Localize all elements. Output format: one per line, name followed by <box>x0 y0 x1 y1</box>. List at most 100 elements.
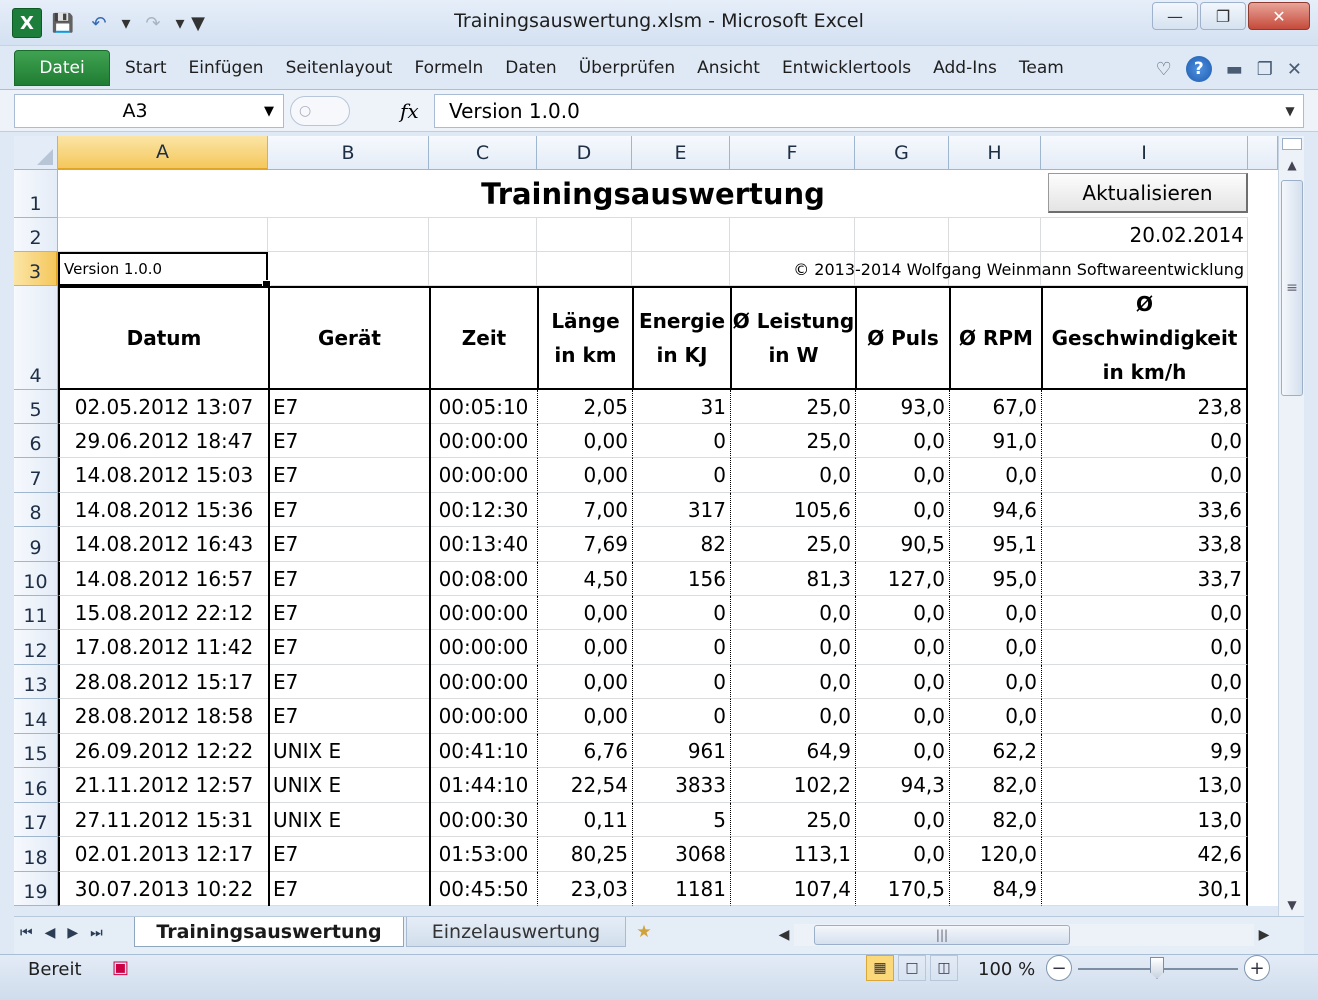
table-cell[interactable]: 84,9 <box>949 872 1041 906</box>
row-header-16[interactable]: 16 <box>14 768 58 803</box>
sheet-tab-einzelauswertung[interactable]: Einzelauswertung <box>406 917 626 947</box>
table-cell[interactable]: 0,0 <box>855 630 949 665</box>
zoom-in-icon[interactable]: + <box>1244 955 1270 981</box>
table-cell[interactable]: 33,8 <box>1041 527 1248 562</box>
select-all-corner[interactable] <box>14 136 58 170</box>
table-header-7[interactable]: Ø Puls <box>855 286 949 390</box>
row-header-18[interactable]: 18 <box>14 837 58 872</box>
table-cell[interactable]: 25,0 <box>730 424 855 458</box>
column-header-c[interactable]: C <box>429 136 537 170</box>
insert-function-icon[interactable]: fx <box>400 99 419 123</box>
table-cell[interactable]: 00:45:50 <box>429 872 537 906</box>
table-cell[interactable]: E7 <box>268 630 429 665</box>
table-cell[interactable]: 0,00 <box>537 630 632 665</box>
table-cell[interactable]: 0,0 <box>1041 699 1248 734</box>
table-cell[interactable]: 0,0 <box>1041 630 1248 665</box>
workbook-close-icon[interactable]: ✕ <box>1287 59 1302 80</box>
next-sheet-icon[interactable]: ▶ <box>67 925 78 941</box>
table-cell[interactable]: 2,05 <box>537 390 632 424</box>
scroll-up-icon[interactable]: ▲ <box>1283 156 1301 174</box>
table-cell[interactable]: 29.06.2012 18:47 <box>58 424 268 458</box>
table-cell[interactable]: 82,0 <box>949 768 1041 803</box>
table-cell[interactable]: 30.07.2013 10:22 <box>58 872 268 906</box>
table-cell[interactable]: 00:00:00 <box>429 424 537 458</box>
table-cell[interactable]: 156 <box>632 562 730 596</box>
row-header-15[interactable]: 15 <box>14 734 58 768</box>
table-header-3[interactable]: Zeit <box>429 286 537 390</box>
row-header-13[interactable]: 13 <box>14 665 58 699</box>
help-icon[interactable]: ? <box>1185 56 1212 82</box>
restore-button[interactable]: ❐ <box>1200 2 1246 30</box>
table-cell[interactable]: 00:12:30 <box>429 493 537 527</box>
table-header-2[interactable]: Gerät <box>268 286 429 390</box>
table-cell[interactable]: 0,00 <box>537 458 632 493</box>
table-cell[interactable]: E7 <box>268 562 429 596</box>
table-cell[interactable]: 14.08.2012 15:03 <box>58 458 268 493</box>
table-cell[interactable]: 90,5 <box>855 527 949 562</box>
table-cell[interactable]: 0,0 <box>855 424 949 458</box>
zoom-level[interactable]: 100 % <box>978 959 1035 980</box>
table-header-5[interactable]: Energie in KJ <box>632 286 730 390</box>
row-header-11[interactable]: 11 <box>14 596 58 630</box>
table-cell[interactable]: 81,3 <box>730 562 855 596</box>
zoom-out-icon[interactable]: − <box>1046 955 1072 981</box>
table-cell[interactable]: 0,0 <box>949 665 1041 699</box>
tab-datei[interactable]: Datei <box>14 50 110 86</box>
row-header-19[interactable]: 19 <box>14 872 58 906</box>
chevron-down-icon[interactable]: ▼ <box>255 104 283 119</box>
table-cell[interactable]: 80,25 <box>537 837 632 872</box>
table-cell[interactable]: E7 <box>268 493 429 527</box>
table-cell[interactable]: 1181 <box>632 872 730 906</box>
table-cell[interactable]: 0 <box>632 665 730 699</box>
table-cell[interactable]: 27.11.2012 15:31 <box>58 803 268 837</box>
table-cell[interactable]: 28.08.2012 18:58 <box>58 699 268 734</box>
table-cell[interactable]: 33,6 <box>1041 493 1248 527</box>
table-cell[interactable]: 0,0 <box>855 837 949 872</box>
table-header-1[interactable]: Datum <box>58 286 268 390</box>
table-cell[interactable]: E7 <box>268 390 429 424</box>
table-cell[interactable]: 14.08.2012 16:57 <box>58 562 268 596</box>
tab-team[interactable]: Team <box>1008 58 1075 78</box>
table-cell[interactable]: 0,0 <box>949 630 1041 665</box>
table-cell[interactable]: UNIX E <box>268 768 429 803</box>
table-cell[interactable]: 961 <box>632 734 730 768</box>
zoom-slider-thumb[interactable] <box>1150 957 1164 979</box>
table-cell[interactable]: 0,0 <box>1041 424 1248 458</box>
table-cell[interactable]: 25,0 <box>730 803 855 837</box>
first-sheet-icon[interactable]: ⏮ <box>20 925 33 941</box>
table-cell[interactable]: 17.08.2012 11:42 <box>58 630 268 665</box>
insert-sheet-icon[interactable]: ★ <box>624 917 664 947</box>
row-header-12[interactable]: 12 <box>14 630 58 665</box>
table-cell[interactable]: 82 <box>632 527 730 562</box>
record-macro-icon[interactable]: ▣ <box>112 957 140 981</box>
horizontal-scrollbar[interactable]: ◀ ||| ▶ <box>774 923 1274 947</box>
table-cell[interactable]: 0,0 <box>855 665 949 699</box>
table-cell[interactable]: 42,6 <box>1041 837 1248 872</box>
horizontal-scroll-thumb[interactable]: ||| <box>814 925 1070 945</box>
table-cell[interactable]: 00:00:00 <box>429 458 537 493</box>
table-cell[interactable]: 0,0 <box>949 699 1041 734</box>
name-box[interactable]: A3 ▼ <box>14 94 284 128</box>
table-cell[interactable]: 0,0 <box>855 458 949 493</box>
table-cell[interactable]: 0,0 <box>1041 596 1248 630</box>
table-cell[interactable]: E7 <box>268 665 429 699</box>
row-header-17[interactable]: 17 <box>14 803 58 837</box>
table-cell[interactable]: 0 <box>632 424 730 458</box>
table-cell[interactable]: 0,11 <box>537 803 632 837</box>
close-button[interactable]: ✕ <box>1248 2 1310 30</box>
table-cell[interactable]: 102,2 <box>730 768 855 803</box>
tab-formeln[interactable]: Formeln <box>403 58 494 78</box>
table-cell[interactable]: UNIX E <box>268 734 429 768</box>
table-cell[interactable]: 0,0 <box>730 458 855 493</box>
table-cell[interactable]: 0,00 <box>537 424 632 458</box>
table-cell[interactable]: 0 <box>632 458 730 493</box>
row-header-3[interactable]: 3 <box>14 252 58 286</box>
table-cell[interactable]: 15.08.2012 22:12 <box>58 596 268 630</box>
table-cell[interactable]: 28.08.2012 15:17 <box>58 665 268 699</box>
table-cell[interactable]: 0,0 <box>855 803 949 837</box>
table-cell[interactable]: E7 <box>268 527 429 562</box>
tab-start[interactable]: Start <box>114 58 178 78</box>
row-header-1[interactable]: 1 <box>14 170 58 218</box>
table-cell[interactable]: 93,0 <box>855 390 949 424</box>
table-cell[interactable]: 00:00:00 <box>429 699 537 734</box>
